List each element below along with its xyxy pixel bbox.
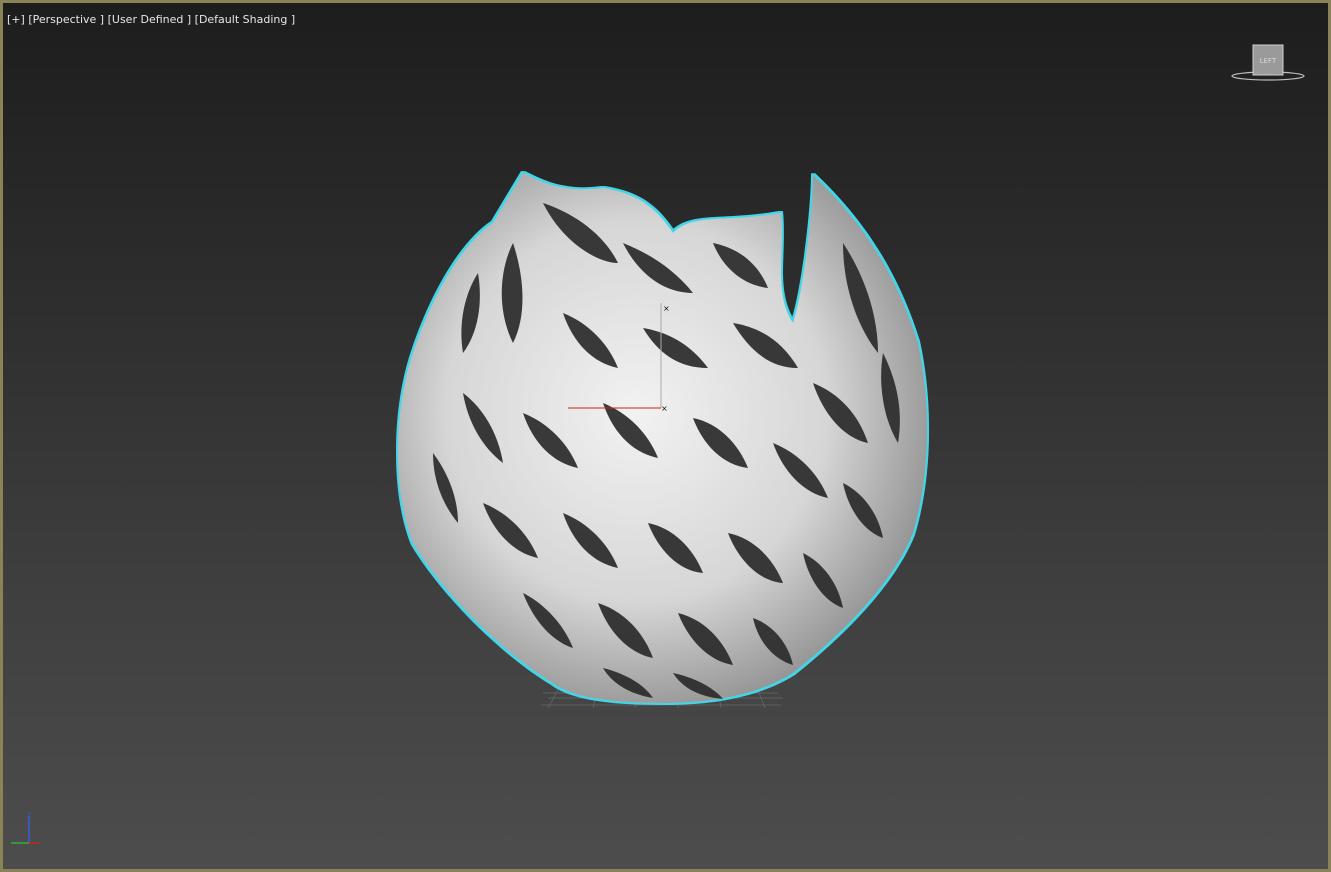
viewport-camera-label[interactable]: [User Defined ]	[108, 13, 192, 26]
viewcube-face-label: LEFT	[1260, 57, 1277, 65]
viewport-menu-button[interactable]: [+]	[7, 13, 25, 26]
viewport-view-label[interactable]: [Perspective ]	[28, 13, 104, 26]
viewcube-icon[interactable]: LEFT	[1228, 43, 1308, 88]
svg-text:×: ×	[663, 304, 670, 313]
axis-z-label: z	[27, 810, 31, 819]
viewport-label-bar: [+] [Perspective ] [User Defined ] [Defa…	[7, 13, 295, 26]
svg-text:×: ×	[661, 404, 668, 413]
perspective-viewport[interactable]: [+] [Perspective ] [User Defined ] [Defa…	[0, 0, 1331, 872]
viewport-shading-label[interactable]: [Default Shading ]	[195, 13, 295, 26]
organic-vase-mesh[interactable]: × ×	[373, 153, 953, 723]
axis-tripod-icon: z	[11, 810, 39, 844]
